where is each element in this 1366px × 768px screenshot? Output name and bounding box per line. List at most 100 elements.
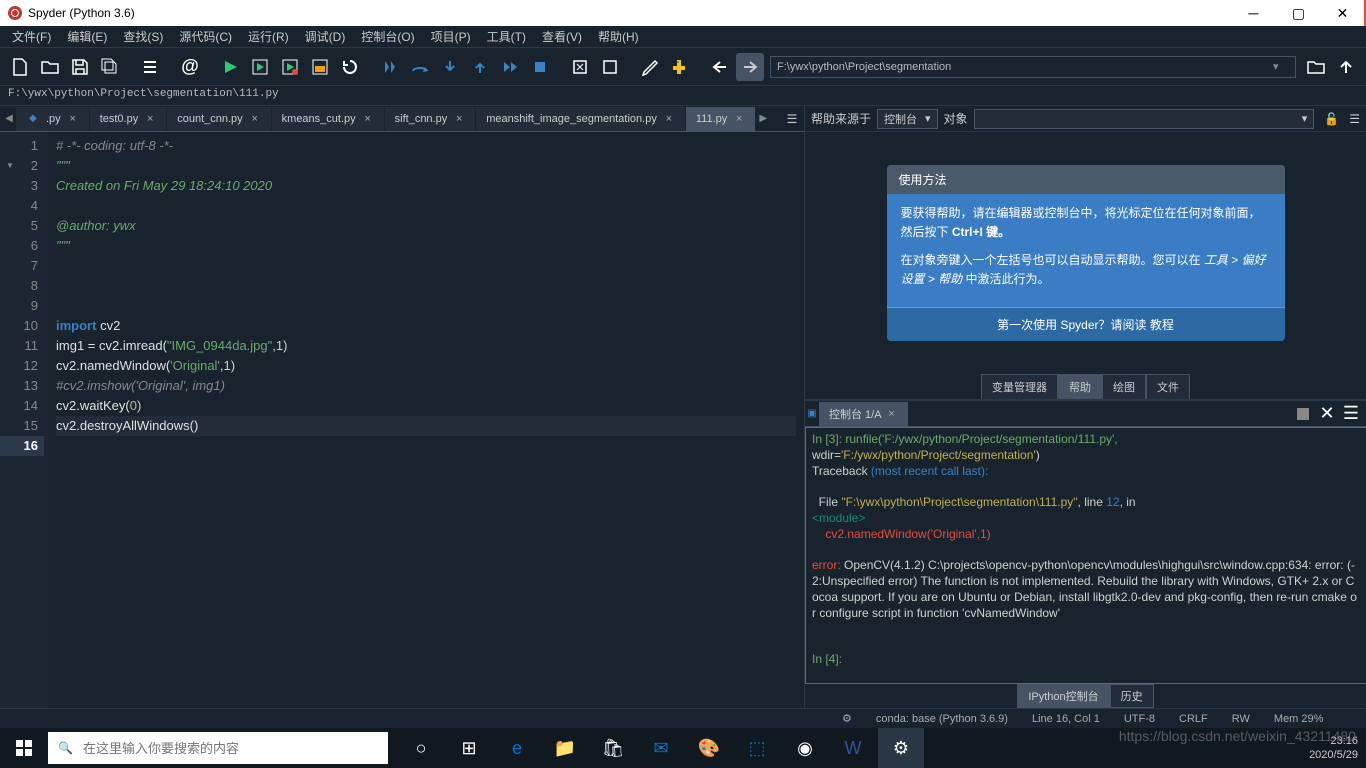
close-icon[interactable]: × [67,113,79,125]
tab-variables[interactable]: 变量管理器 [981,374,1058,399]
close-button[interactable]: ✕ [1321,0,1366,26]
new-file-icon[interactable] [6,53,34,81]
list-icon[interactable] [136,53,164,81]
debug-icon[interactable] [376,53,404,81]
menu-edit[interactable]: 编辑(E) [59,26,115,47]
working-dir-text: F:\ywx\python\Project\segmentation [777,61,951,73]
step-out-icon[interactable] [466,53,494,81]
tab-history[interactable]: 历史 [1110,684,1154,708]
help-tutorial-link[interactable]: 第一次使用 Spyder？请阅读 教程 [887,307,1285,341]
run-cell-advance-icon[interactable] [276,53,304,81]
step-over-icon[interactable] [406,53,434,81]
tab-ipython[interactable]: IPython控制台 [1017,684,1109,708]
menu-project[interactable]: 项目(P) [423,26,479,47]
taskbar-search[interactable]: 🔍 [48,732,388,764]
tab-test0[interactable]: test0.py× [90,107,168,131]
menu-tools[interactable]: 工具(T) [479,26,534,47]
tab-py[interactable]: ◆.py× [16,107,90,131]
cortana-icon[interactable]: ○ [398,728,444,768]
maximize-button[interactable]: ▢ [1276,0,1321,26]
forward-icon[interactable] [736,53,764,81]
start-button[interactable] [0,728,48,768]
console-remove-icon[interactable]: ✕ [1316,403,1338,425]
rerun-icon[interactable] [336,53,364,81]
file-explorer-icon[interactable]: 📁 [542,728,588,768]
tab-sift-cnn[interactable]: sift_cnn.py× [385,107,477,131]
tab-scroll-right-icon[interactable]: ▶ [756,107,770,131]
console-tab-1a[interactable]: 控制台 1/A× [819,402,908,426]
tab-menu-icon[interactable]: ☰ [780,107,804,131]
run-selection-icon[interactable] [306,53,334,81]
taskbar-search-input[interactable] [83,741,378,756]
word-icon[interactable]: W [830,728,876,768]
parent-dir-icon[interactable] [1332,53,1360,81]
code-content[interactable]: # -*- coding: utf-8 -*- """ Created on F… [48,132,804,708]
menu-file[interactable]: 文件(F) [4,26,59,47]
tab-files[interactable]: 文件 [1146,374,1190,399]
save-icon[interactable] [66,53,94,81]
help-object-label: 对象 [944,110,968,127]
tab-help[interactable]: 帮助 [1058,374,1102,399]
tab-plots[interactable]: 绘图 [1102,374,1146,399]
python-path-icon[interactable] [666,53,694,81]
tab-scroll-left-icon[interactable]: ◀ [2,107,16,131]
back-icon[interactable] [706,53,734,81]
step-into-icon[interactable] [436,53,464,81]
console-tab-icon[interactable]: ▣ [805,402,819,426]
vscode-icon[interactable]: ⬚ [734,728,780,768]
close-icon[interactable]: × [453,113,465,125]
store-icon[interactable]: 🛍 [590,728,636,768]
open-file-icon[interactable] [36,53,64,81]
menu-console[interactable]: 控制台(O) [353,26,422,47]
task-view-icon[interactable]: ⊞ [446,728,492,768]
lock-icon[interactable]: 🔓 [1320,112,1343,126]
menu-debug[interactable]: 调试(D) [297,26,354,47]
menu-view[interactable]: 查看(V) [534,26,590,47]
run-icon[interactable] [216,53,244,81]
console-options-icon[interactable]: ☰ [1340,403,1362,425]
chrome-icon[interactable]: ◉ [782,728,828,768]
at-icon[interactable]: @ [176,53,204,81]
fullscreen-icon[interactable] [596,53,624,81]
minimize-button[interactable]: ─ [1231,0,1276,26]
menu-run[interactable]: 运行(R) [240,26,297,47]
chevron-down-icon[interactable]: ▾ [1273,60,1289,73]
working-dir-input[interactable]: F:\ywx\python\Project\segmentation ▾ [770,56,1296,78]
maximize-pane-icon[interactable] [566,53,594,81]
options-icon[interactable]: ☰ [1349,112,1360,126]
console-stop-icon[interactable] [1292,403,1314,425]
help-source-combo[interactable]: 控制台▾ [877,109,938,129]
menu-search[interactable]: 查找(S) [115,26,171,47]
browse-dir-icon[interactable] [1302,53,1330,81]
close-icon[interactable]: × [362,113,374,125]
help-toolbar: 帮助来源于 控制台▾ 对象 ▾ 🔓 ☰ [805,106,1366,132]
continue-icon[interactable] [496,53,524,81]
tab-111[interactable]: 111.py× [686,107,756,131]
app-icon[interactable]: 🎨 [686,728,732,768]
code-editor[interactable]: 12345678910111213141516 # -*- coding: ut… [0,132,804,708]
stop-debug-icon[interactable] [526,53,554,81]
spyder-taskbar-icon[interactable]: ⚙ [878,728,924,768]
mail-icon[interactable]: ✉ [638,728,684,768]
menubar: 文件(F) 编辑(E) 查找(S) 源代码(C) 运行(R) 调试(D) 控制台… [0,26,1366,48]
menu-source[interactable]: 源代码(C) [171,26,240,47]
console-output[interactable]: In [3]: runfile('F:/ywx/python/Project/s… [805,427,1366,684]
save-all-icon[interactable] [96,53,124,81]
close-icon[interactable]: × [144,113,156,125]
close-icon[interactable]: × [249,113,261,125]
tab-count-cnn[interactable]: count_cnn.py× [167,107,271,131]
menu-help[interactable]: 帮助(H) [590,26,647,47]
editor-tabstrip: ◀ ◆.py× test0.py× count_cnn.py× kmeans_c… [0,106,804,132]
close-icon[interactable]: × [663,113,675,125]
console-pane: ▣ 控制台 1/A× ✕ ☰ In [3]: runfile('F:/ywx/p… [805,400,1366,708]
close-icon[interactable]: × [886,408,898,420]
help-object-input[interactable]: ▾ [974,109,1315,129]
tab-meanshift[interactable]: meanshift_image_segmentation.py× [476,107,686,131]
preferences-icon[interactable] [636,53,664,81]
run-cell-icon[interactable] [246,53,274,81]
tab-kmeans-cut[interactable]: kmeans_cut.py× [272,107,385,131]
edge-icon[interactable]: e [494,728,540,768]
chevron-down-icon: ▾ [925,112,931,125]
status-encoding: UTF-8 [1124,713,1155,725]
close-icon[interactable]: × [733,113,745,125]
